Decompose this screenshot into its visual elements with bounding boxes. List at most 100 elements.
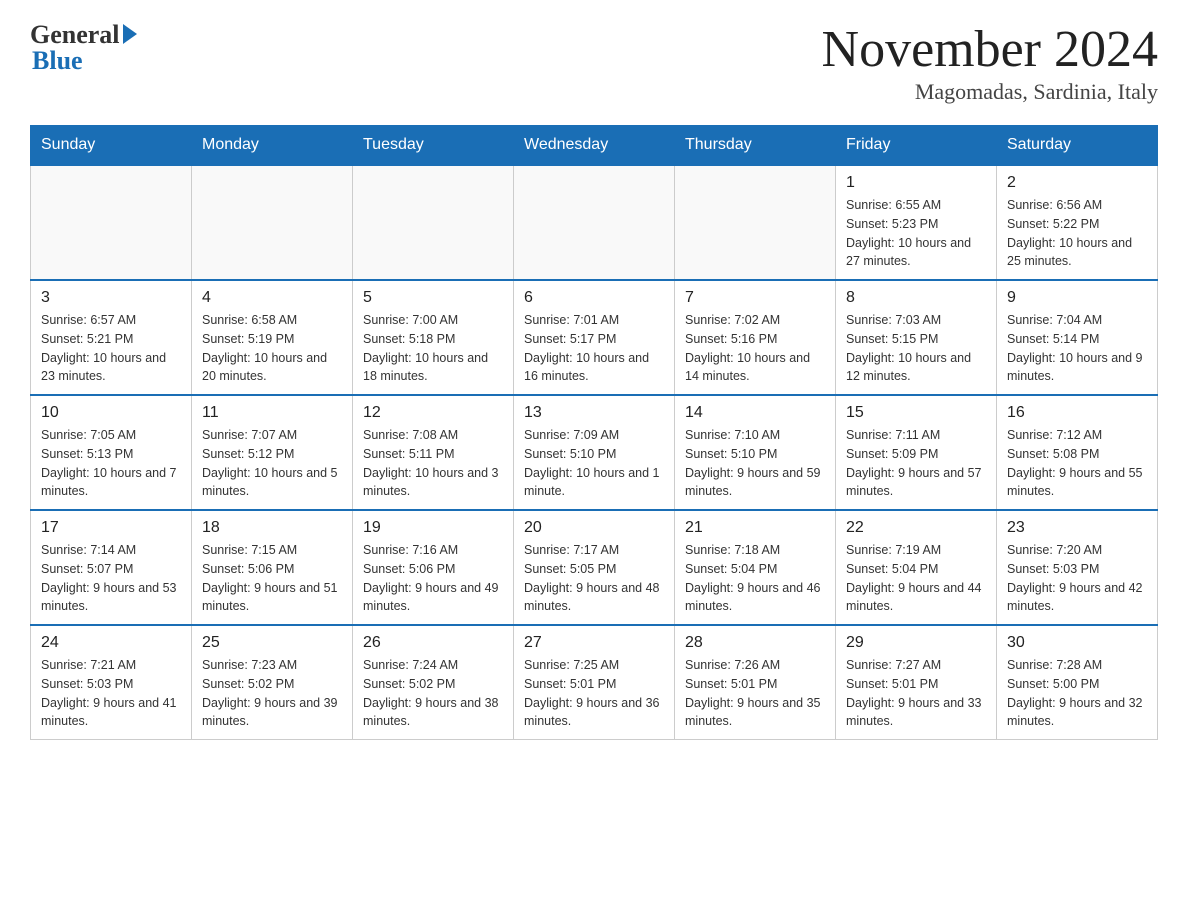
calendar-cell: 10Sunrise: 7:05 AM Sunset: 5:13 PM Dayli… — [31, 395, 192, 510]
day-info: Sunrise: 7:20 AM Sunset: 5:03 PM Dayligh… — [1007, 541, 1147, 616]
calendar-cell — [353, 165, 514, 280]
day-number: 21 — [685, 519, 825, 537]
day-info: Sunrise: 7:01 AM Sunset: 5:17 PM Dayligh… — [524, 311, 664, 386]
calendar-cell: 27 Sunrise: 7:25 AM Sunset: 5:01 PM Dayli… — [514, 625, 675, 740]
day-info: Sunrise: 7:19 AM Sunset: 5:04 PM Dayligh… — [846, 541, 986, 616]
day-info: Sunrise: 7:26 AM Sunset: 5:01 PM Dayligh… — [685, 656, 825, 731]
weekday-header: Wednesday — [514, 126, 675, 166]
calendar-cell — [675, 165, 836, 280]
day-info: Sunrise: 7:27 AM Sunset: 5:01 PM Dayligh… — [846, 656, 986, 731]
weekday-header: Saturday — [997, 126, 1158, 166]
calendar-cell: 5 Sunrise: 7:00 AM Sunset: 5:18 PM Daylig… — [353, 280, 514, 395]
calendar-cell: 7Sunrise: 7:02 AM Sunset: 5:16 PM Daylig… — [675, 280, 836, 395]
calendar-cell: 13 Sunrise: 7:09 AM Sunset: 5:10 PM Dayli… — [514, 395, 675, 510]
calendar-cell: 29 Sunrise: 7:27 AM Sunset: 5:01 PM Dayli… — [836, 625, 997, 740]
calendar-cell: 11 Sunrise: 7:07 AM Sunset: 5:12 PM Dayli… — [192, 395, 353, 510]
day-number: 22 — [846, 519, 986, 537]
day-info: Sunrise: 7:11 AM Sunset: 5:09 PM Dayligh… — [846, 426, 986, 501]
day-number: 13 — [524, 404, 664, 422]
page-header: General Blue November 2024 Magomadas, Sa… — [30, 20, 1158, 105]
day-number: 12 — [363, 404, 503, 422]
weekday-header: Thursday — [675, 126, 836, 166]
day-number: 8 — [846, 289, 986, 307]
day-number: 19 — [363, 519, 503, 537]
weekday-header: Tuesday — [353, 126, 514, 166]
day-number: 11 — [202, 404, 342, 422]
calendar-cell: 8 Sunrise: 7:03 AM Sunset: 5:15 PM Daylig… — [836, 280, 997, 395]
day-info: Sunrise: 7:07 AM Sunset: 5:12 PM Dayligh… — [202, 426, 342, 501]
calendar-cell: 3 Sunrise: 6:57 AM Sunset: 5:21 PM Daylig… — [31, 280, 192, 395]
calendar-week-row: 3 Sunrise: 6:57 AM Sunset: 5:21 PM Daylig… — [31, 280, 1158, 395]
calendar-cell: 25 Sunrise: 7:23 AM Sunset: 5:02 PM Dayli… — [192, 625, 353, 740]
day-number: 10 — [41, 404, 181, 422]
day-info: Sunrise: 7:18 AM Sunset: 5:04 PM Dayligh… — [685, 541, 825, 616]
calendar-cell: 17Sunrise: 7:14 AM Sunset: 5:07 PM Dayli… — [31, 510, 192, 625]
day-info: Sunrise: 7:24 AM Sunset: 5:02 PM Dayligh… — [363, 656, 503, 731]
logo-blue-text: Blue — [32, 46, 83, 76]
day-number: 20 — [524, 519, 664, 537]
calendar-cell: 20 Sunrise: 7:17 AM Sunset: 5:05 PM Dayli… — [514, 510, 675, 625]
day-info: Sunrise: 7:21 AM Sunset: 5:03 PM Dayligh… — [41, 656, 181, 731]
day-info: Sunrise: 6:58 AM Sunset: 5:19 PM Dayligh… — [202, 311, 342, 386]
title-block: November 2024 Magomadas, Sardinia, Italy — [822, 20, 1158, 105]
calendar-cell: 4Sunrise: 6:58 AM Sunset: 5:19 PM Daylig… — [192, 280, 353, 395]
calendar-cell: 19Sunrise: 7:16 AM Sunset: 5:06 PM Dayli… — [353, 510, 514, 625]
calendar-cell — [192, 165, 353, 280]
day-number: 16 — [1007, 404, 1147, 422]
calendar-cell — [31, 165, 192, 280]
calendar-week-row: 10Sunrise: 7:05 AM Sunset: 5:13 PM Dayli… — [31, 395, 1158, 510]
day-number: 26 — [363, 634, 503, 652]
day-number: 2 — [1007, 174, 1147, 192]
day-info: Sunrise: 6:57 AM Sunset: 5:21 PM Dayligh… — [41, 311, 181, 386]
calendar-cell: 30 Sunrise: 7:28 AM Sunset: 5:00 PM Dayli… — [997, 625, 1158, 740]
day-info: Sunrise: 6:55 AM Sunset: 5:23 PM Dayligh… — [846, 196, 986, 271]
weekday-header: Monday — [192, 126, 353, 166]
day-number: 25 — [202, 634, 342, 652]
logo-arrow-icon — [123, 24, 137, 44]
calendar-cell: 22 Sunrise: 7:19 AM Sunset: 5:04 PM Dayli… — [836, 510, 997, 625]
day-number: 14 — [685, 404, 825, 422]
day-info: Sunrise: 7:10 AM Sunset: 5:10 PM Dayligh… — [685, 426, 825, 501]
calendar-cell: 21 Sunrise: 7:18 AM Sunset: 5:04 PM Dayli… — [675, 510, 836, 625]
day-info: Sunrise: 7:17 AM Sunset: 5:05 PM Dayligh… — [524, 541, 664, 616]
calendar-cell: 1 Sunrise: 6:55 AM Sunset: 5:23 PM Daylig… — [836, 165, 997, 280]
calendar-cell: 16 Sunrise: 7:12 AM Sunset: 5:08 PM Dayli… — [997, 395, 1158, 510]
calendar-cell: 12 Sunrise: 7:08 AM Sunset: 5:11 PM Dayli… — [353, 395, 514, 510]
day-info: Sunrise: 7:00 AM Sunset: 5:18 PM Dayligh… — [363, 311, 503, 386]
logo: General Blue — [30, 20, 137, 76]
day-number: 24 — [41, 634, 181, 652]
day-number: 6 — [524, 289, 664, 307]
calendar-week-row: 17Sunrise: 7:14 AM Sunset: 5:07 PM Dayli… — [31, 510, 1158, 625]
calendar-header-row: SundayMondayTuesdayWednesdayThursdayFrid… — [31, 126, 1158, 166]
calendar-cell: 18Sunrise: 7:15 AM Sunset: 5:06 PM Dayli… — [192, 510, 353, 625]
day-number: 9 — [1007, 289, 1147, 307]
day-info: Sunrise: 7:04 AM Sunset: 5:14 PM Dayligh… — [1007, 311, 1147, 386]
day-info: Sunrise: 7:14 AM Sunset: 5:07 PM Dayligh… — [41, 541, 181, 616]
day-info: Sunrise: 7:25 AM Sunset: 5:01 PM Dayligh… — [524, 656, 664, 731]
calendar-cell: 6 Sunrise: 7:01 AM Sunset: 5:17 PM Daylig… — [514, 280, 675, 395]
day-number: 28 — [685, 634, 825, 652]
day-info: Sunrise: 7:23 AM Sunset: 5:02 PM Dayligh… — [202, 656, 342, 731]
day-info: Sunrise: 7:08 AM Sunset: 5:11 PM Dayligh… — [363, 426, 503, 501]
day-info: Sunrise: 7:03 AM Sunset: 5:15 PM Dayligh… — [846, 311, 986, 386]
day-info: Sunrise: 7:28 AM Sunset: 5:00 PM Dayligh… — [1007, 656, 1147, 731]
day-info: Sunrise: 7:09 AM Sunset: 5:10 PM Dayligh… — [524, 426, 664, 501]
day-number: 27 — [524, 634, 664, 652]
day-info: Sunrise: 6:56 AM Sunset: 5:22 PM Dayligh… — [1007, 196, 1147, 271]
day-number: 3 — [41, 289, 181, 307]
calendar-cell: 26 Sunrise: 7:24 AM Sunset: 5:02 PM Dayli… — [353, 625, 514, 740]
day-number: 29 — [846, 634, 986, 652]
calendar-cell: 15 Sunrise: 7:11 AM Sunset: 5:09 PM Dayli… — [836, 395, 997, 510]
weekday-header: Friday — [836, 126, 997, 166]
day-info: Sunrise: 7:15 AM Sunset: 5:06 PM Dayligh… — [202, 541, 342, 616]
day-number: 5 — [363, 289, 503, 307]
calendar-cell: 14 Sunrise: 7:10 AM Sunset: 5:10 PM Dayli… — [675, 395, 836, 510]
calendar-cell: 24 Sunrise: 7:21 AM Sunset: 5:03 PM Dayli… — [31, 625, 192, 740]
day-number: 30 — [1007, 634, 1147, 652]
day-number: 15 — [846, 404, 986, 422]
calendar-table: SundayMondayTuesdayWednesdayThursdayFrid… — [30, 125, 1158, 740]
day-number: 1 — [846, 174, 986, 192]
day-info: Sunrise: 7:12 AM Sunset: 5:08 PM Dayligh… — [1007, 426, 1147, 501]
day-info: Sunrise: 7:02 AM Sunset: 5:16 PM Dayligh… — [685, 311, 825, 386]
calendar-subtitle: Magomadas, Sardinia, Italy — [822, 79, 1158, 105]
